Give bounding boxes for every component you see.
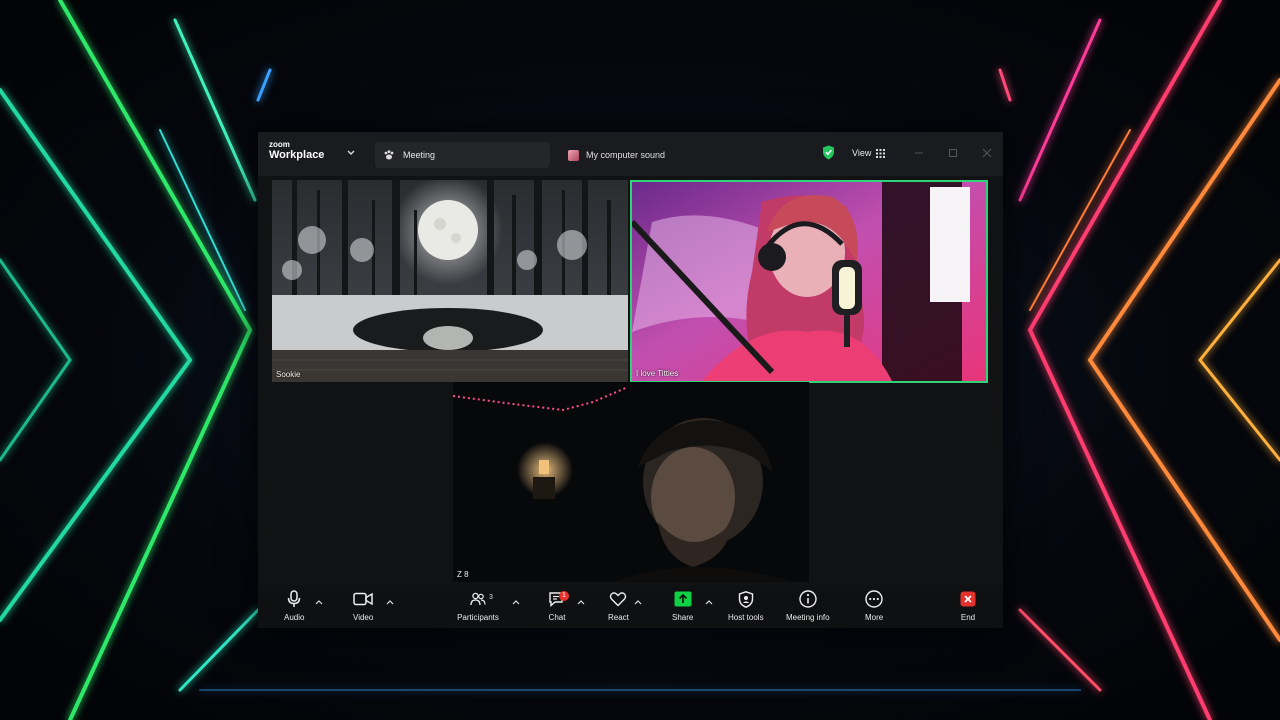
shield-check-icon[interactable]	[822, 145, 835, 160]
video-camera-icon	[353, 588, 373, 610]
tab-sound-label: My computer sound	[586, 150, 666, 160]
react-options-chevron-icon[interactable]	[634, 599, 642, 605]
end-call-icon	[960, 588, 976, 610]
audio-options-chevron-icon[interactable]	[315, 599, 323, 605]
participant-name: Z 8	[457, 570, 469, 579]
participant-name: I love Titties	[636, 369, 679, 378]
desktop-background: zoom Workplace Meeting My computer sound	[0, 0, 1280, 720]
more-button[interactable]: More	[865, 588, 883, 622]
meeting-info-label: Meeting info	[786, 613, 830, 622]
minimize-icon[interactable]	[913, 146, 925, 158]
participants-options-chevron-icon[interactable]	[512, 599, 520, 605]
more-icon	[865, 588, 883, 610]
participants-icon: 3	[470, 588, 493, 610]
view-button[interactable]: View	[848, 143, 889, 163]
share-screen-icon	[674, 588, 692, 610]
host-tools-label: Host tools	[728, 613, 764, 622]
logo-big-text: Workplace	[269, 149, 325, 161]
react-label: React	[608, 613, 629, 622]
chat-label: Chat	[548, 613, 566, 622]
audio-button[interactable]: Audio	[284, 588, 304, 622]
share-label: Share	[672, 613, 694, 622]
title-bar: zoom Workplace Meeting My computer sound	[258, 132, 1003, 176]
chat-icon: 1	[548, 588, 569, 610]
info-icon	[799, 588, 817, 610]
tab-meeting[interactable]: Meeting	[375, 142, 550, 168]
video-tile-z8[interactable]: Z 8	[453, 382, 809, 582]
maximize-icon[interactable]	[947, 146, 959, 158]
zoom-workplace-logo[interactable]: zoom Workplace	[269, 141, 324, 161]
heart-icon	[609, 588, 627, 610]
microphone-icon	[286, 588, 302, 610]
chat-options-chevron-icon[interactable]	[577, 599, 585, 605]
shield-icon	[738, 588, 754, 610]
video-label: Video	[353, 613, 374, 622]
meeting-info-button[interactable]: Meeting info	[786, 588, 830, 622]
more-label: More	[865, 613, 884, 622]
chat-button[interactable]: 1 Chat	[548, 588, 569, 622]
video-tile-sookie[interactable]: Sookie	[272, 180, 628, 382]
audio-label: Audio	[284, 613, 305, 622]
tab-my-computer-sound[interactable]: My computer sound	[568, 142, 665, 168]
zoom-meeting-window: zoom Workplace Meeting My computer sound	[258, 132, 1003, 628]
window-controls	[913, 146, 993, 158]
participant-name: Sookie	[276, 370, 301, 379]
video-button[interactable]: Video	[353, 588, 373, 622]
chat-unread-badge: 1	[559, 591, 569, 601]
streamer-video	[632, 182, 986, 381]
snowy-forest-video	[272, 180, 628, 382]
end-meeting-button[interactable]: End	[960, 588, 976, 622]
chevron-down-icon[interactable]	[346, 148, 356, 158]
app-icon	[568, 149, 579, 161]
participants-button[interactable]: 3 Participants	[454, 588, 502, 622]
participants-count: 3	[489, 594, 493, 601]
end-label: End	[960, 613, 976, 622]
participants-label: Participants	[457, 613, 499, 622]
logo-small-text: zoom	[269, 140, 290, 149]
host-tools-button[interactable]: Host tools	[728, 588, 764, 622]
share-button[interactable]: Share	[672, 588, 693, 622]
video-options-chevron-icon[interactable]	[386, 599, 394, 605]
grid-icon	[876, 148, 886, 158]
tab-meeting-label: Meeting	[403, 150, 436, 160]
meeting-toolbar: Audio Video 3 Participants 1 Chat React …	[258, 586, 1003, 628]
react-button[interactable]: React	[608, 588, 629, 622]
dark-room-video	[453, 382, 809, 582]
close-icon[interactable]	[981, 146, 993, 158]
video-tile-active-speaker[interactable]: I love Titties	[630, 180, 988, 383]
view-label: View	[852, 148, 872, 158]
paw-icon	[384, 150, 394, 160]
share-options-chevron-icon[interactable]	[705, 599, 713, 605]
